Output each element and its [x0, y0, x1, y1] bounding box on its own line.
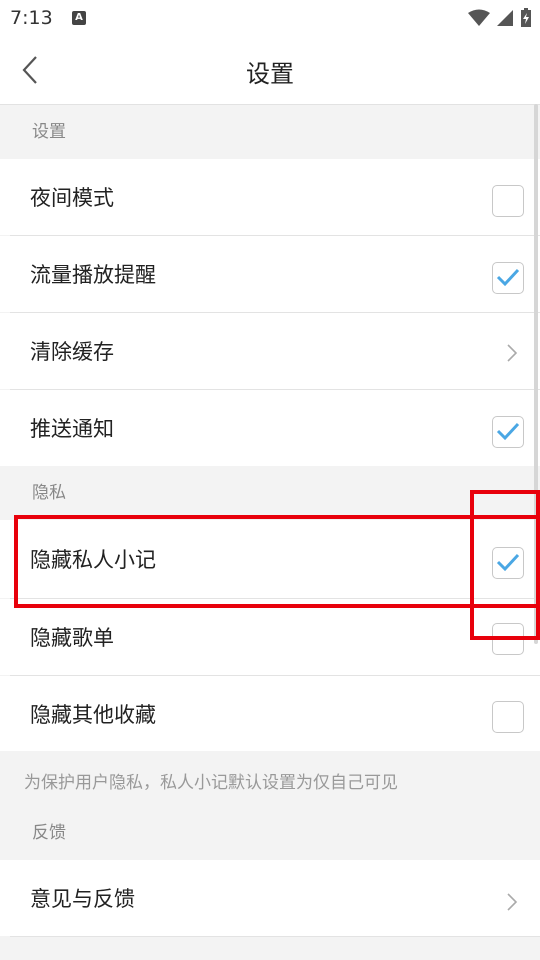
chevron-right-icon [507, 344, 518, 362]
push-label: 推送通知 [30, 417, 114, 441]
a-icon: A [72, 11, 86, 25]
hide-playlists-label: 隐藏歌单 [30, 626, 114, 650]
wifi-icon [468, 9, 490, 26]
privacy-note: 为保护用户隐私，私人小记默认设置为仅自己可见 [24, 773, 398, 793]
status-time: 7:13 [10, 7, 53, 29]
row-data-alert[interactable]: 流量播放提醒 [0, 236, 540, 312]
status-icons [468, 7, 532, 29]
row-clear-cache[interactable]: 清除缓存 [0, 313, 540, 389]
section-header-settings: 设置 [0, 105, 540, 159]
section-header-settings-label: 设置 [32, 122, 66, 142]
section-header-feedback-label: 反馈 [32, 823, 66, 843]
row-hide-playlists[interactable]: 隐藏歌单 [0, 599, 540, 675]
checkmark-icon [496, 422, 520, 441]
signal-icon [497, 10, 513, 26]
section-header-privacy-label: 隐私 [32, 483, 66, 503]
hide-others-label: 隐藏其他收藏 [30, 702, 156, 727]
hide-others-checkbox[interactable] [492, 701, 524, 733]
push-checkbox[interactable] [492, 416, 524, 448]
clear-cache-label: 清除缓存 [30, 340, 114, 364]
section-header-feedback: 反馈 [0, 806, 540, 860]
data-alert-label: 流量播放提醒 [30, 263, 156, 287]
battery-icon [521, 8, 531, 27]
divider [10, 936, 540, 937]
row-feedback[interactable]: 意见与反馈 [0, 860, 540, 936]
row-push[interactable]: 推送通知 [0, 390, 540, 466]
night-mode-checkbox[interactable] [492, 185, 524, 217]
row-night-mode[interactable]: 夜间模式 [0, 159, 540, 235]
chevron-right-icon [507, 893, 518, 911]
feedback-label: 意见与反馈 [30, 887, 135, 911]
checkmark-icon [496, 268, 520, 287]
highlight-box-checkbox [470, 490, 540, 640]
status-bar: 7:13 A [0, 0, 540, 36]
highlight-box-row [14, 515, 540, 608]
title-bar: 设置 [0, 36, 540, 105]
page-title: 设置 [246, 60, 294, 88]
row-hide-others[interactable]: 隐藏其他收藏 [0, 676, 540, 751]
data-alert-checkbox[interactable] [492, 262, 524, 294]
night-mode-label: 夜间模式 [30, 186, 114, 210]
section-header-privacy: 隐私 [0, 466, 540, 520]
